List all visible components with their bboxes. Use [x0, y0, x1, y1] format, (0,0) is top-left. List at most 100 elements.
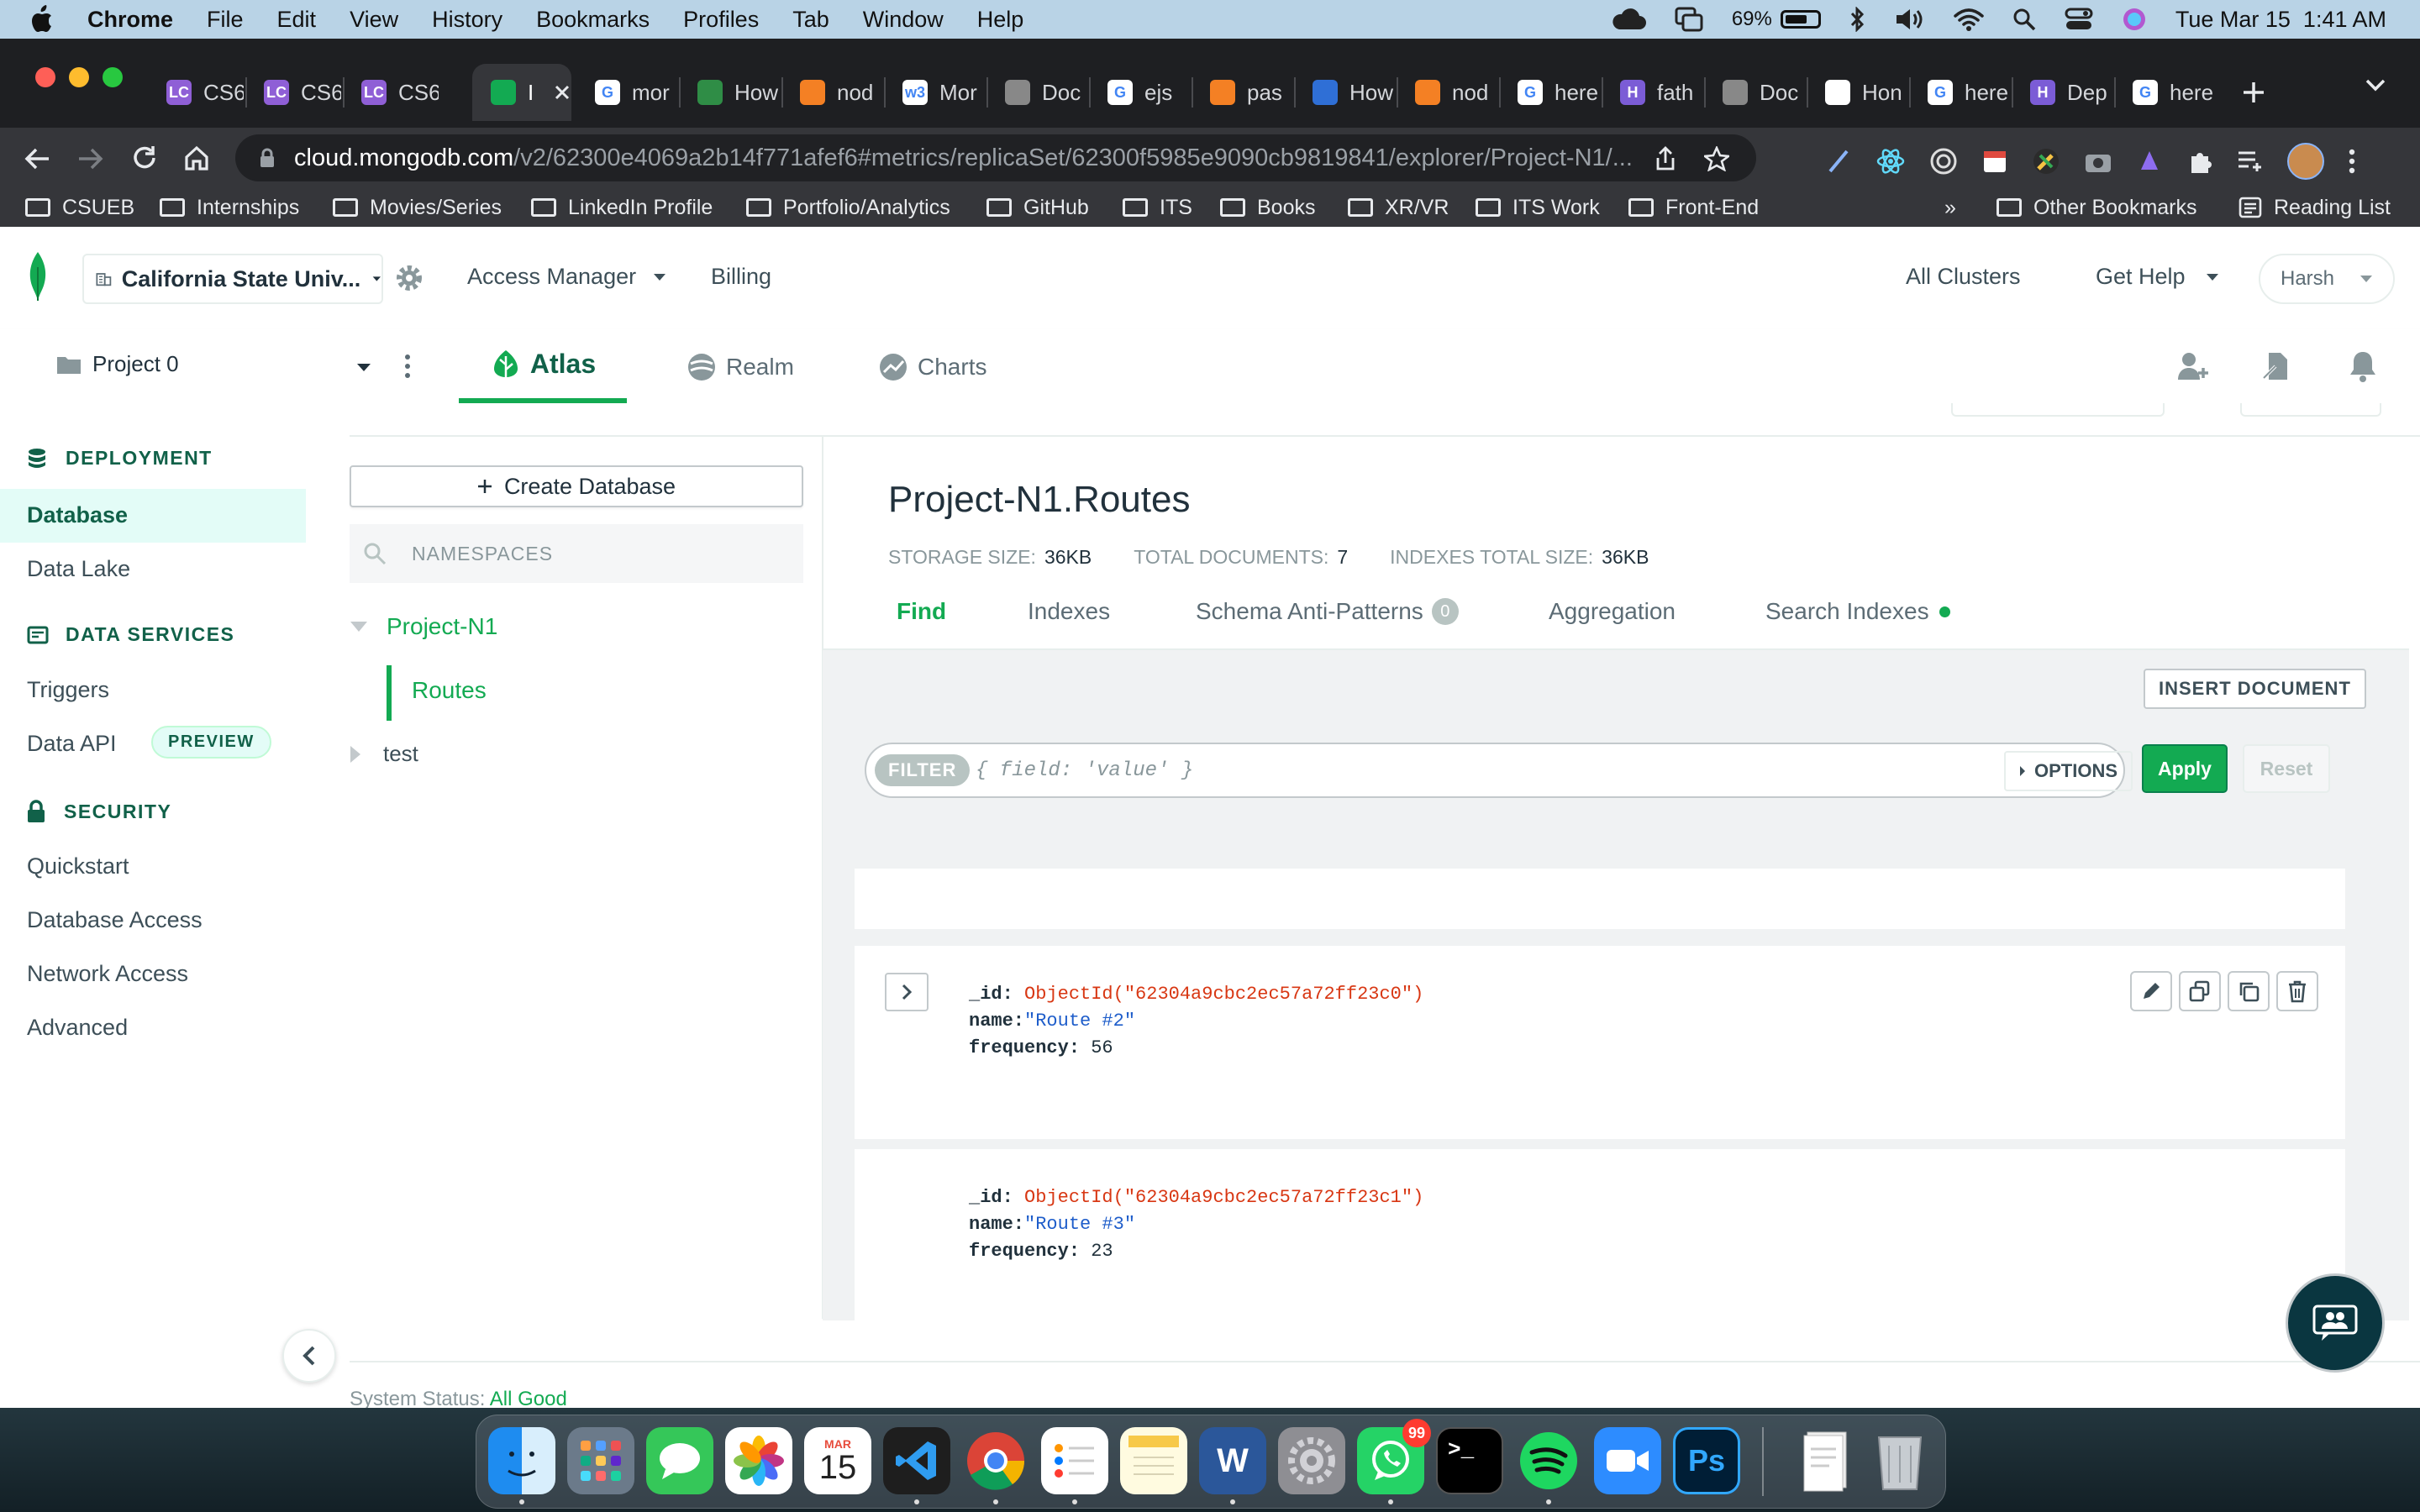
- tab-search-button[interactable]: [2365, 77, 2386, 97]
- react-devtools-extension-icon[interactable]: [1876, 146, 1906, 176]
- tree-database-test[interactable]: test: [350, 741, 418, 767]
- clone-document-button[interactable]: [2228, 971, 2270, 1011]
- tab-charts[interactable]: Charts: [877, 351, 986, 383]
- browser-tab[interactable]: Gmor: [576, 64, 677, 121]
- reload-icon[interactable]: [131, 144, 158, 171]
- insert-document-button[interactable]: INSERT DOCUMENT: [2144, 669, 2366, 709]
- sidebar-item-advanced[interactable]: Advanced: [27, 1015, 128, 1041]
- bookmark-folder[interactable]: LinkedIn Profile: [531, 193, 713, 222]
- user-menu[interactable]: Harsh: [2259, 254, 2395, 304]
- browser-tab[interactable]: nod: [1397, 64, 1497, 121]
- browser-tab[interactable]: How: [679, 64, 780, 121]
- mongodb-leaf-logo[interactable]: [25, 250, 50, 302]
- expand-document-button[interactable]: [885, 973, 929, 1011]
- bookmark-folder[interactable]: ITS Work: [1476, 193, 1600, 222]
- document-card[interactable]: _id: ObjectId("62304a9cbc2ec57a72ff23c1"…: [855, 1149, 2345, 1320]
- tab-schema-anti-patterns[interactable]: Schema Anti-Patterns 0: [1196, 598, 1459, 625]
- menu-file[interactable]: File: [207, 7, 244, 33]
- other-bookmarks-folder[interactable]: Other Bookmarks: [1996, 193, 2197, 222]
- menu-edit[interactable]: Edit: [277, 7, 317, 33]
- all-clusters-link[interactable]: All Clusters: [1906, 264, 2021, 290]
- notification-bell-icon[interactable]: [2348, 349, 2378, 383]
- launchpad-icon[interactable]: [567, 1427, 634, 1494]
- browser-tab[interactable]: LC CS6: [343, 64, 439, 121]
- screen-mirroring-icon[interactable]: [1675, 7, 1703, 32]
- bookmark-folder[interactable]: ITS: [1123, 193, 1192, 222]
- extensions-puzzle-icon[interactable]: [2186, 148, 2213, 175]
- pen-extension-icon[interactable]: [2032, 147, 2060, 176]
- browser-tab[interactable]: Ghere: [2114, 64, 2213, 121]
- spotlight-search-icon[interactable]: [2012, 8, 2036, 31]
- tree-database-project-n1[interactable]: Project-N1: [350, 613, 497, 640]
- browser-tab[interactable]: I: [472, 64, 571, 121]
- bookmark-folder[interactable]: Portfolio/Analytics: [746, 193, 950, 222]
- sidebar-item-network-access[interactable]: Network Access: [27, 961, 188, 987]
- vscode-icon[interactable]: [883, 1427, 950, 1494]
- get-help-menu[interactable]: Get Help: [2096, 264, 2219, 290]
- bookmark-star-icon[interactable]: [1704, 146, 1729, 171]
- trash-icon[interactable]: [1866, 1427, 1933, 1494]
- browser-tab[interactable]: H Dep: [2012, 64, 2112, 121]
- tab-aggregation[interactable]: Aggregation: [1549, 598, 1676, 625]
- share-icon[interactable]: [1655, 146, 1676, 171]
- system-status-link[interactable]: All Good: [490, 1388, 567, 1410]
- collapse-sidebar-button[interactable]: [282, 1329, 336, 1383]
- document-card[interactable]: _id: ObjectId("62304a9cbc2ec57a72ff23c0"…: [855, 946, 2345, 1139]
- menu-window[interactable]: Window: [863, 7, 944, 33]
- bookmark-folder[interactable]: CSUEB: [25, 193, 134, 222]
- tab-search-indexes[interactable]: Search Indexes: [1765, 598, 1950, 625]
- activity-feed-icon[interactable]: [2260, 349, 2294, 383]
- browser-tab[interactable]: Hfath: [1602, 64, 1702, 121]
- browser-tab[interactable]: Hon: [1807, 64, 1907, 121]
- terminal-icon[interactable]: >_: [1436, 1427, 1503, 1494]
- sidebar-item-triggers[interactable]: Triggers: [27, 677, 109, 703]
- access-manager-menu[interactable]: Access Manager: [467, 264, 666, 290]
- bookmark-folder[interactable]: Internships: [160, 193, 299, 222]
- maximize-window-button[interactable]: [103, 67, 123, 87]
- tab-indexes[interactable]: Indexes: [1028, 598, 1110, 625]
- more-vertical-icon[interactable]: [403, 353, 412, 380]
- namespaces-search[interactable]: NAMESPACES: [350, 524, 803, 583]
- apple-logo-icon[interactable]: [29, 5, 54, 34]
- edit-document-button[interactable]: [2130, 971, 2172, 1011]
- profile-avatar[interactable]: [2287, 143, 2324, 180]
- target-extension-icon[interactable]: [1929, 147, 1958, 176]
- reminders-icon[interactable]: [1041, 1427, 1108, 1494]
- browser-tab[interactable]: Doc: [1704, 64, 1805, 121]
- gear-icon[interactable]: [395, 264, 424, 292]
- sidebar-item-data-api[interactable]: Data API: [27, 731, 117, 757]
- tab-realm[interactable]: Realm: [686, 351, 794, 383]
- chrome-icon[interactable]: [962, 1427, 1029, 1494]
- reading-list-button[interactable]: Reading List: [2238, 193, 2391, 222]
- filter-query-input[interactable]: { field: 'value' }: [976, 759, 1193, 782]
- tab-find[interactable]: Find: [897, 598, 946, 625]
- organization-selector[interactable]: California State Univ...: [82, 254, 383, 304]
- home-icon[interactable]: [183, 144, 210, 171]
- browser-tab[interactable]: How: [1294, 64, 1395, 121]
- create-database-button[interactable]: Create Database: [350, 465, 803, 507]
- reading-list-toolbar-icon[interactable]: [2237, 150, 2264, 173]
- spotify-icon[interactable]: [1515, 1427, 1582, 1494]
- new-tab-button[interactable]: [2230, 69, 2277, 116]
- clipped-top-button[interactable]: [2240, 403, 2381, 417]
- whatsapp-icon[interactable]: 99: [1357, 1419, 1431, 1494]
- browser-tab[interactable]: pas: [1192, 64, 1292, 121]
- browser-tab[interactable]: LC CS6: [148, 64, 244, 121]
- clock-datetime[interactable]: Tue Mar 15 1:41 AM: [2175, 7, 2386, 33]
- notes-icon[interactable]: [1120, 1427, 1187, 1494]
- address-bar[interactable]: cloud.mongodb.com/v2/62300e4069a2b14f771…: [235, 134, 1756, 181]
- shape-extension-icon[interactable]: [2136, 148, 2163, 175]
- copy-document-button[interactable]: [2179, 971, 2221, 1011]
- browser-tab[interactable]: Doc: [986, 64, 1087, 121]
- delete-document-button[interactable]: [2276, 971, 2318, 1011]
- close-window-button[interactable]: [35, 67, 55, 87]
- browser-tab[interactable]: Gejs: [1089, 64, 1190, 121]
- menu-view[interactable]: View: [350, 7, 398, 33]
- bookmark-folder[interactable]: Movies/Series: [333, 193, 502, 222]
- cloud-icon[interactable]: [1611, 8, 1646, 31]
- browser-tab[interactable]: Ghere: [1499, 64, 1600, 121]
- volume-icon[interactable]: [1895, 8, 1925, 31]
- menu-bookmarks[interactable]: Bookmarks: [536, 7, 650, 33]
- sidebar-item-database-access[interactable]: Database Access: [27, 907, 203, 933]
- billing-link[interactable]: Billing: [711, 264, 771, 290]
